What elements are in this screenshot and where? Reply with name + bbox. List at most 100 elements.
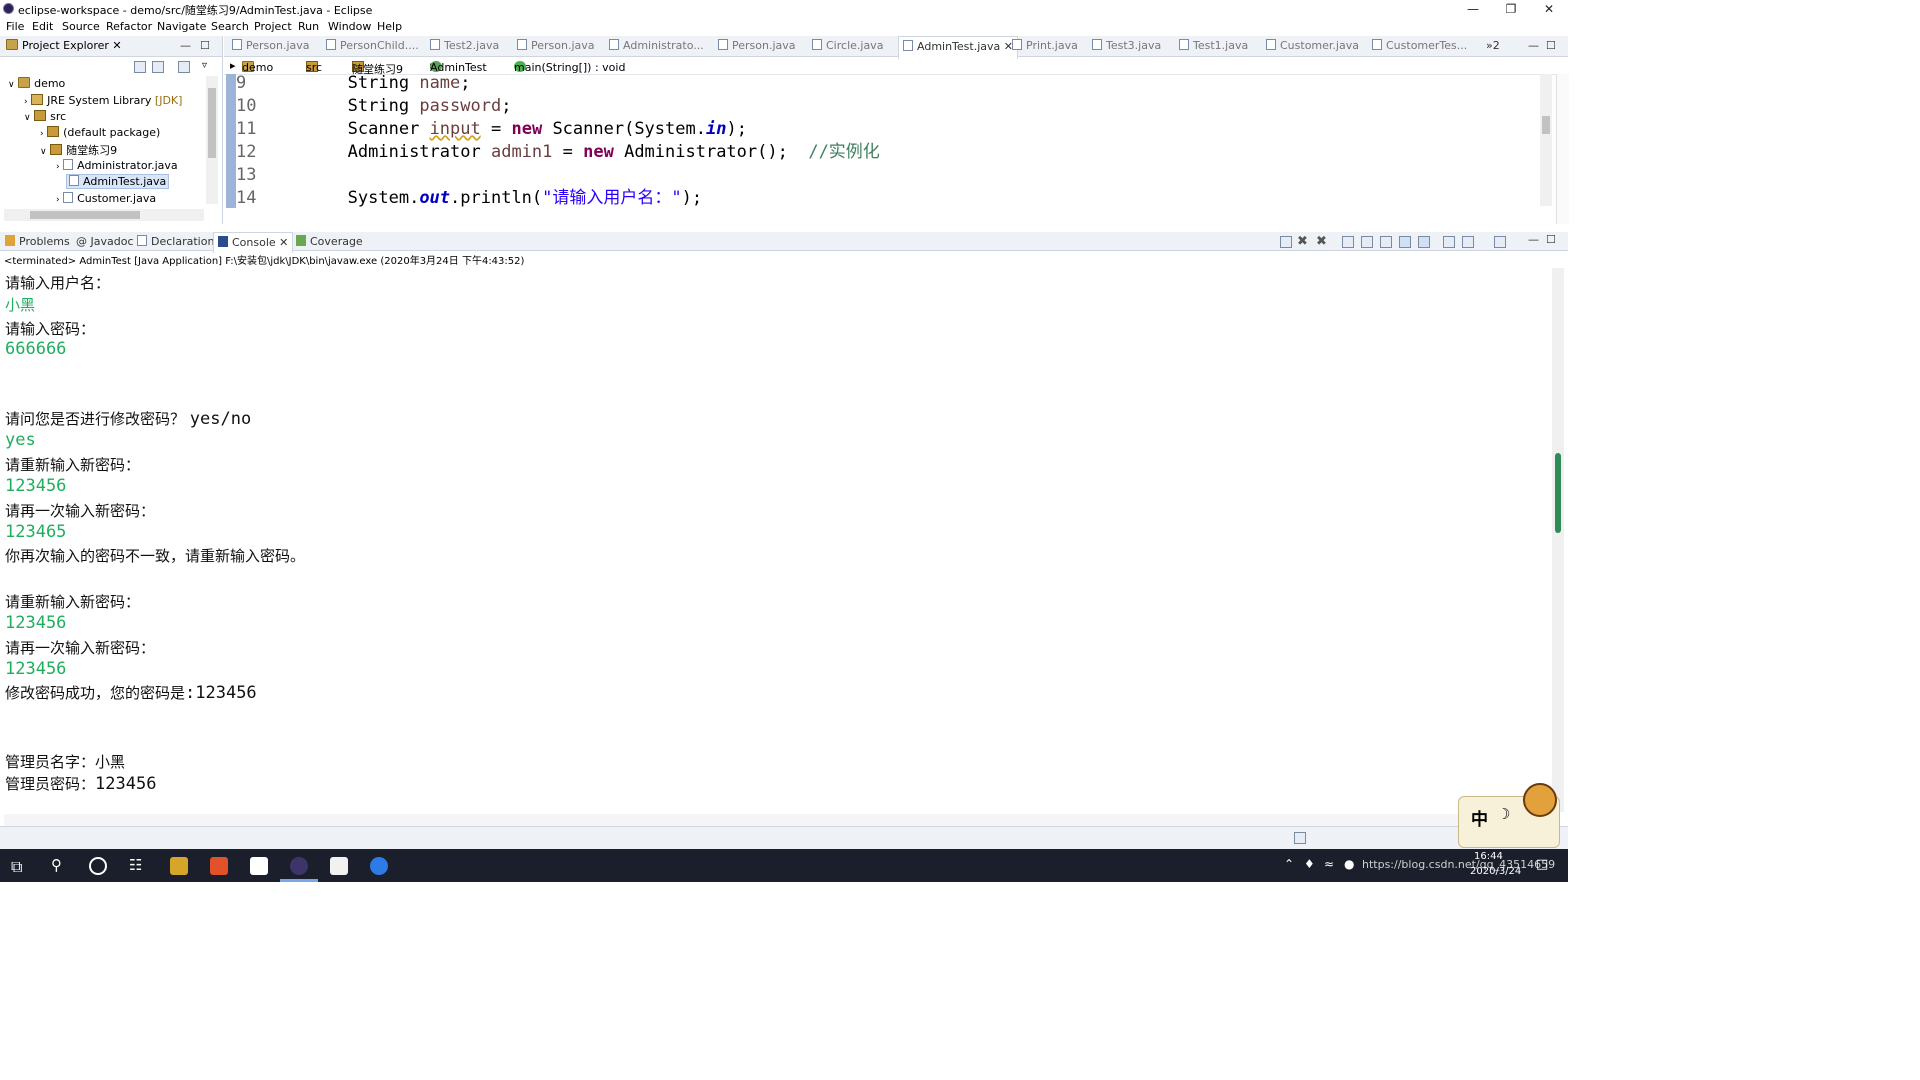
remove-launch-icon[interactable]: ✖ bbox=[1297, 234, 1308, 249]
menu-help[interactable]: Help bbox=[377, 20, 402, 33]
menu-run[interactable]: Run bbox=[298, 20, 319, 33]
console-hscroll[interactable] bbox=[4, 814, 1550, 826]
editor-tab[interactable]: PersonChild.... bbox=[326, 39, 419, 52]
console-line: 请重新输入新密码： bbox=[5, 456, 141, 474]
wifi-icon[interactable]: ≈ bbox=[1324, 857, 1334, 871]
search-icon[interactable]: ⚲ bbox=[51, 856, 62, 874]
editor-tab[interactable]: CustomerTes... bbox=[1372, 39, 1467, 52]
word-wrap-icon[interactable] bbox=[1380, 236, 1392, 248]
maximize-editor-icon[interactable]: ☐ bbox=[1546, 39, 1556, 52]
open-console-icon[interactable] bbox=[1494, 236, 1506, 248]
tab-javadoc[interactable]: @ Javadoc bbox=[76, 235, 134, 248]
editor-tab[interactable]: Administrato... bbox=[609, 39, 704, 52]
show-on-stderr-icon[interactable] bbox=[1418, 236, 1430, 248]
tray-up-icon[interactable]: ⌃ bbox=[1284, 857, 1294, 871]
display-console-icon[interactable] bbox=[1462, 236, 1474, 248]
focus-icon[interactable] bbox=[178, 61, 190, 73]
minimize-console-icon[interactable]: — bbox=[1528, 233, 1539, 246]
tab-declaration[interactable]: Declaration bbox=[137, 235, 214, 248]
code-line[interactable]: 9 String name; bbox=[236, 72, 471, 94]
eclipse-taskbar-icon[interactable] bbox=[290, 857, 308, 875]
package-icon bbox=[50, 144, 63, 155]
code-line[interactable]: 11 Scanner input = new Scanner(System.in… bbox=[236, 118, 747, 140]
tab-project-explorer[interactable]: Project Explorer ✕ bbox=[6, 39, 122, 52]
editor-tab-active[interactable]: AdminTest.java ✕ bbox=[898, 36, 1018, 59]
show-on-stdout-icon[interactable] bbox=[1399, 236, 1411, 248]
tab-coverage[interactable]: Coverage bbox=[296, 235, 363, 248]
code-line[interactable]: 13 bbox=[236, 164, 276, 186]
tab-console[interactable]: Console ✕ bbox=[213, 232, 294, 253]
tree-item-admintest[interactable]: AdminTest.java bbox=[66, 174, 170, 189]
editor-tab[interactable]: Print.java bbox=[1012, 39, 1078, 52]
breadcrumb-item[interactable]: AdminTest ▸ bbox=[430, 59, 487, 74]
close-icon[interactable]: ✕ bbox=[1530, 0, 1568, 18]
breadcrumb-item[interactable]: 随堂练习9 ▸ bbox=[352, 59, 403, 76]
tree-item-administrator[interactable]: › Administrator.java bbox=[56, 159, 178, 172]
project-explorer-panel: Project Explorer ✕ — ☐ ▿ ∨ demo › JRE Sy… bbox=[0, 36, 223, 224]
editor-tab[interactable]: Customer.java bbox=[1266, 39, 1359, 52]
link-editor-icon[interactable] bbox=[152, 61, 164, 73]
editor-hscroll[interactable] bbox=[264, 210, 1534, 222]
start-icon[interactable]: ⧉ bbox=[11, 857, 22, 877]
tree-item-jre[interactable]: › JRE System Library [JDK] bbox=[24, 94, 182, 107]
task-view-icon[interactable]: ☷ bbox=[129, 856, 142, 874]
browser-icon[interactable] bbox=[370, 857, 388, 875]
menu-project[interactable]: Project bbox=[254, 20, 292, 33]
tab-problems[interactable]: Problems bbox=[5, 235, 70, 248]
tree-item-customer[interactable]: › Customer.java bbox=[56, 192, 156, 205]
menu-refactor[interactable]: Refactor bbox=[106, 20, 152, 33]
view-menu-icon[interactable]: ▿ bbox=[202, 60, 207, 71]
clock-date[interactable]: 2020/3/24 bbox=[1470, 866, 1521, 877]
editor-tab[interactable]: Person.java bbox=[232, 39, 310, 52]
menu-source[interactable]: Source bbox=[62, 20, 100, 33]
tree-item-default-package[interactable]: › (default package) bbox=[40, 126, 160, 139]
code-line[interactable]: 10 String password; bbox=[236, 95, 511, 117]
tree-item-demo[interactable]: ∨ demo bbox=[8, 77, 65, 90]
cortana-icon[interactable] bbox=[89, 857, 107, 875]
scroll-lock-icon[interactable] bbox=[1361, 236, 1373, 248]
action-center-icon[interactable]: □ bbox=[1536, 857, 1548, 872]
minimize-view-icon[interactable]: — bbox=[180, 39, 191, 52]
editor-tab[interactable]: Person.java bbox=[718, 39, 796, 52]
tray-app-icon[interactable]: ● bbox=[1344, 857, 1354, 871]
app-icon[interactable] bbox=[250, 857, 268, 875]
notification-bell-icon[interactable]: ♦ bbox=[1304, 857, 1315, 871]
clock-time[interactable]: 16:44 bbox=[1474, 851, 1503, 862]
menu-file[interactable]: File bbox=[6, 20, 24, 33]
minimize-icon[interactable]: — bbox=[1454, 0, 1492, 18]
menu-edit[interactable]: Edit bbox=[32, 20, 53, 33]
menu-window[interactable]: Window bbox=[328, 20, 371, 33]
problems-icon bbox=[5, 235, 15, 246]
breadcrumb-item[interactable]: demo ▸ bbox=[242, 59, 273, 74]
more-tabs-button[interactable]: »2 bbox=[1486, 39, 1500, 52]
breadcrumb-item[interactable]: src ▸ bbox=[306, 59, 322, 74]
ime-widget[interactable]: 中 ☽ bbox=[1458, 783, 1560, 848]
app-tools-icon[interactable] bbox=[170, 857, 188, 875]
terminate-icon[interactable] bbox=[1280, 236, 1292, 248]
matlab-icon[interactable] bbox=[210, 857, 228, 875]
maximize-console-icon[interactable]: ☐ bbox=[1546, 233, 1556, 246]
explorer-hscroll[interactable] bbox=[4, 209, 204, 221]
menu-search[interactable]: Search bbox=[211, 20, 249, 33]
tree-item-package[interactable]: ∨ 随堂练习9 bbox=[40, 142, 117, 158]
tree-item-src[interactable]: ∨ src bbox=[24, 110, 66, 123]
editor-tab[interactable]: Person.java bbox=[517, 39, 595, 52]
editor-tab[interactable]: Test2.java bbox=[430, 39, 499, 52]
code-line[interactable]: 12 Administrator admin1 = new Administra… bbox=[236, 141, 880, 163]
menu-navigate[interactable]: Navigate bbox=[157, 20, 206, 33]
console-vscroll[interactable] bbox=[1552, 268, 1564, 812]
pin-console-icon[interactable] bbox=[1443, 236, 1455, 248]
explorer-vscroll[interactable] bbox=[206, 76, 218, 204]
editor-tab[interactable]: Circle.java bbox=[812, 39, 883, 52]
maximize-view-icon[interactable]: ☐ bbox=[200, 39, 210, 52]
remove-all-icon[interactable]: ✖ bbox=[1316, 234, 1327, 249]
code-line[interactable]: 14 System.out.println("请输入用户名："); bbox=[236, 187, 702, 209]
minimize-editor-icon[interactable]: — bbox=[1528, 39, 1539, 52]
editor-tab[interactable]: Test1.java bbox=[1179, 39, 1248, 52]
collapse-all-icon[interactable] bbox=[134, 61, 146, 73]
clear-console-icon[interactable] bbox=[1342, 236, 1354, 248]
notepad-icon[interactable] bbox=[330, 857, 348, 875]
editor-tab[interactable]: Test3.java bbox=[1092, 39, 1161, 52]
editor-vscroll[interactable] bbox=[1540, 74, 1552, 206]
restore-icon[interactable]: ❐ bbox=[1492, 0, 1530, 18]
